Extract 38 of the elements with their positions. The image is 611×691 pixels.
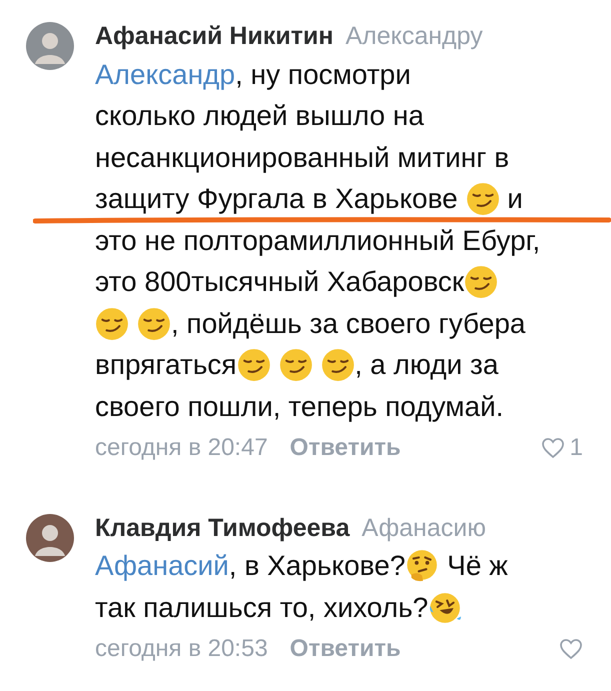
comment-text: Чё ж [446, 550, 508, 582]
mention-link[interactable]: Александр [95, 58, 236, 91]
comment-text: , а люди за [354, 349, 498, 382]
comment-text: несанкционированный митинг в [95, 142, 510, 174]
comment-text: и [506, 183, 523, 216]
smirk-emoji-icon [236, 348, 271, 382]
avatar[interactable] [26, 514, 74, 562]
smirk-emoji-icon [466, 182, 500, 216]
smirk-emoji-icon [95, 306, 129, 341]
author-name[interactable]: Клавдия Тимофеева [95, 510, 350, 546]
avatar[interactable] [26, 22, 74, 70]
author-name[interactable]: Афанасий Никитин [95, 18, 334, 54]
comment-text: , пойдёшь за своего губера [171, 308, 526, 340]
smirk-emoji-icon [278, 348, 313, 382]
smirk-emoji-icon [464, 265, 498, 300]
comment-text: сколько людей вышло на [95, 100, 424, 132]
reply-button[interactable]: Ответить [290, 434, 401, 462]
thinking-emoji-icon [405, 549, 440, 584]
comment-text: впрягаться [95, 349, 237, 382]
comment-text: это не полторамиллионный Ебург, [95, 224, 540, 257]
heart-icon[interactable] [540, 436, 565, 458]
reply-to-name[interactable]: Афанасию [362, 510, 486, 546]
comment-text: так палишься то, хихоль? [95, 592, 428, 624]
comment-text: защиту Фургала в Харькове [95, 183, 459, 216]
laughing-emoji-icon [428, 590, 462, 625]
mention-link[interactable]: Афанасий [95, 550, 229, 582]
heart-icon[interactable] [559, 638, 583, 660]
comment-text: это 800тысячный Хабаровск [95, 266, 464, 298]
comment-time: сегодня в 20:53 [95, 634, 268, 662]
reply-button[interactable]: Ответить [290, 634, 401, 662]
like-count: 1 [570, 434, 583, 462]
smirk-emoji-icon [320, 348, 355, 382]
reply-to-name[interactable]: Александру [345, 18, 483, 54]
smirk-emoji-icon [137, 306, 171, 341]
comment-text: , в Харькове? [228, 550, 406, 582]
comment-time: сегодня в 20:47 [95, 434, 268, 462]
comment-text: , ну посмотри [235, 58, 411, 91]
comment-text: своего пошли, теперь подумай. [95, 390, 504, 423]
